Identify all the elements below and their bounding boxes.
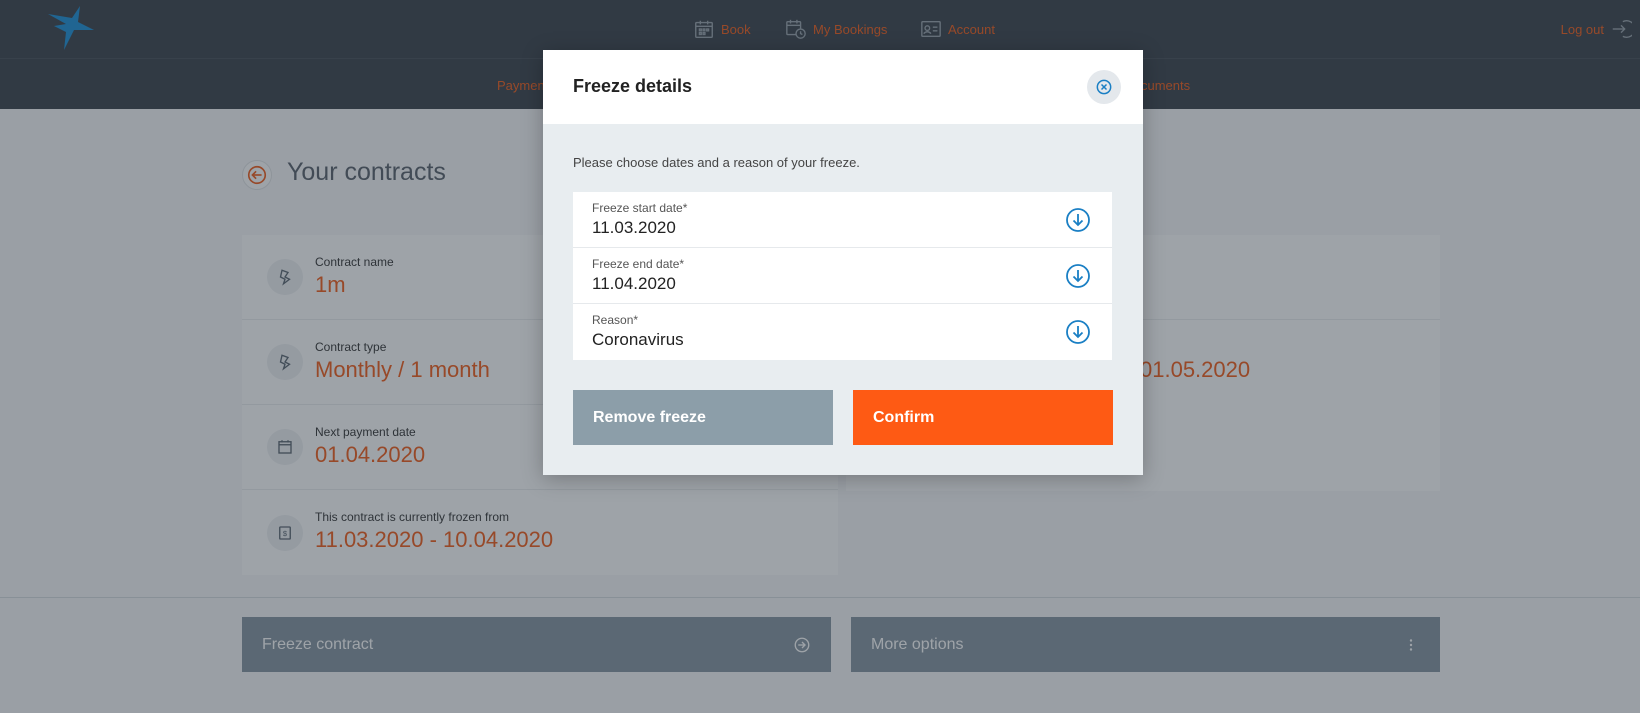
field-value: Coronavirus: [592, 330, 684, 349]
arrow-down-circle-icon[interactable]: [1064, 318, 1092, 346]
freeze-end-date-field[interactable]: Freeze end date* 11.04.2020: [573, 248, 1112, 304]
modal-close-button[interactable]: [1087, 70, 1121, 104]
modal-header: Freeze details: [543, 50, 1143, 124]
field-value: 11.04.2020: [592, 274, 676, 293]
field-label: Freeze end date*: [592, 257, 685, 271]
remove-freeze-button[interactable]: Remove freeze: [573, 390, 833, 445]
freeze-start-date-field[interactable]: Freeze start date* 11.03.2020: [573, 192, 1112, 248]
modal-title: Freeze details: [573, 76, 693, 96]
confirm-button[interactable]: Confirm: [853, 390, 1113, 445]
freeze-details-modal: Freeze details Please choose dates and a…: [543, 50, 1143, 475]
arrow-down-circle-icon[interactable]: [1064, 206, 1092, 234]
field-label: Freeze start date*: [592, 201, 688, 215]
freeze-form: Freeze start date* 11.03.2020 Freeze end…: [573, 192, 1112, 360]
modal-intro-text: Please choose dates and a reason of your…: [573, 155, 860, 170]
field-label: Reason*: [592, 313, 639, 327]
close-icon: [1096, 79, 1112, 95]
arrow-down-circle-icon[interactable]: [1064, 262, 1092, 290]
field-value: 11.03.2020: [592, 218, 676, 237]
freeze-reason-select[interactable]: Reason* Coronavirus: [573, 304, 1112, 360]
